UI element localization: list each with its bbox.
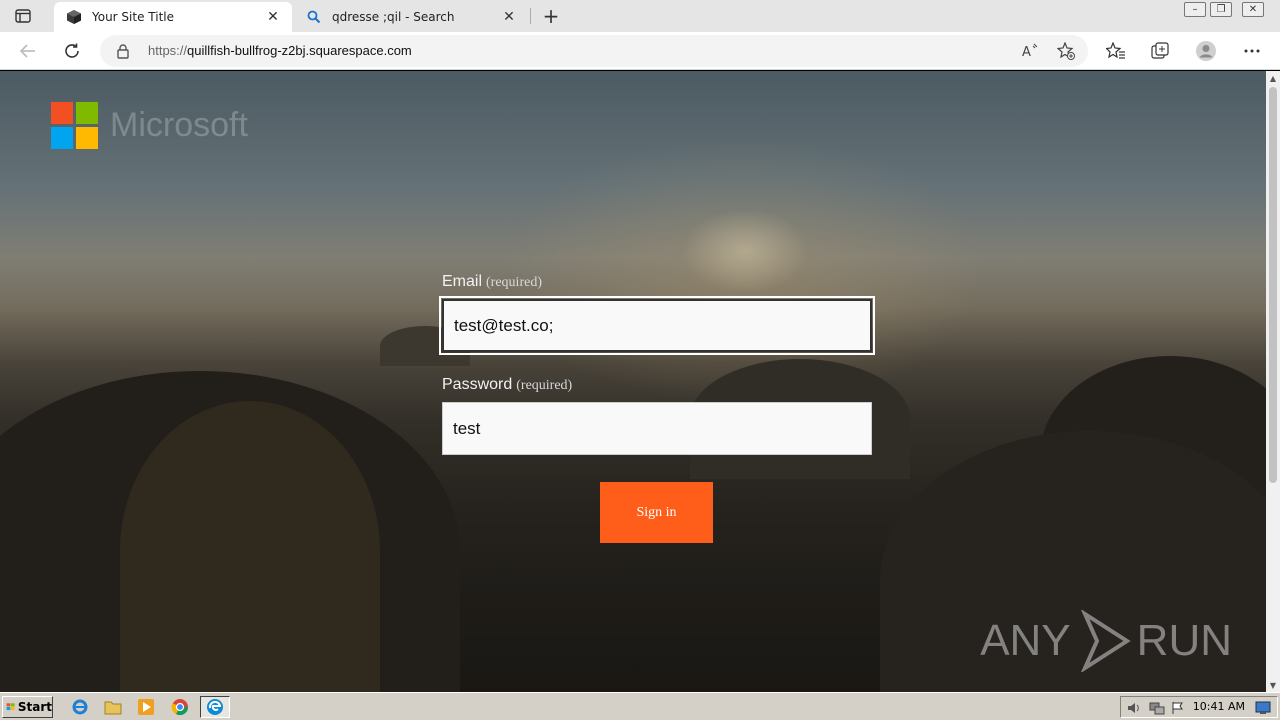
signin-form: Email (required) test@test.co; Password (r… [439, 273, 875, 543]
browser-toolbar: https://quillfish-bullfrog-z2bj.squaresp… [0, 32, 1280, 70]
cube-icon [66, 9, 82, 25]
tab-title: Your Site Title [92, 10, 175, 24]
email-field[interactable]: test@test.co; [439, 296, 875, 355]
email-label-text: Email [442, 273, 483, 290]
profile-avatar-icon[interactable] [1192, 37, 1220, 65]
tab-your-site-title[interactable]: Your Site Title ✕ [54, 2, 292, 32]
signin-button[interactable]: Sign in [600, 482, 713, 543]
watermark-left: ANY [980, 616, 1071, 665]
email-label: Email (required) [442, 273, 872, 291]
tab-actions-icon[interactable] [8, 4, 38, 28]
password-label-text: Password [442, 376, 513, 393]
url-scheme: https:// [148, 43, 188, 58]
lock-icon[interactable] [116, 43, 130, 63]
minimize-button[interactable]: – [1182, 0, 1208, 18]
watermark-right: RUN [1136, 616, 1232, 665]
browser-window: Your Site Title ✕ qdresse ;qil - Search … [0, 0, 1280, 720]
collections-icon[interactable] [1146, 37, 1174, 65]
play-icon [1080, 610, 1131, 672]
anyrun-watermark: ANY RUN [980, 610, 1232, 672]
page-content: Microsoft Email (required) test@test.co; … [0, 71, 1266, 692]
address-bar[interactable]: https://quillfish-bullfrog-z2bj.squaresp… [100, 35, 1088, 67]
microsoft-logo: Microsoft [51, 102, 248, 149]
tab-search[interactable]: qdresse ;qil - Search ✕ [294, 2, 528, 32]
url-text: https://quillfish-bullfrog-z2bj.squaresp… [148, 43, 412, 58]
windows-flag-icon [6, 703, 15, 711]
flag-icon[interactable] [1171, 700, 1185, 719]
start-button[interactable]: Start [2, 696, 53, 718]
scroll-up-icon[interactable]: ▲ [1266, 71, 1280, 85]
add-favorite-icon[interactable] [1054, 39, 1078, 63]
clock: 10:41 AM [1192, 700, 1245, 713]
close-window-button[interactable]: ✕ [1240, 0, 1266, 18]
logo-text: Microsoft [110, 106, 248, 144]
close-tab-icon[interactable]: ✕ [262, 6, 284, 28]
scroll-thumb[interactable] [1269, 87, 1277, 483]
password-label: Password (required) [442, 376, 872, 394]
volume-icon[interactable] [1127, 700, 1143, 719]
edge-icon [207, 699, 223, 715]
vertical-scrollbar[interactable]: ▲ ▼ [1266, 71, 1280, 692]
tab-title: qdresse ;qil - Search [332, 10, 455, 24]
chrome-icon[interactable] [170, 697, 190, 717]
new-tab-button[interactable]: + [538, 4, 564, 28]
password-required-text: (required) [516, 378, 573, 393]
favorites-icon[interactable] [1102, 37, 1130, 65]
email-required-text: (required) [486, 275, 542, 290]
edge-taskbar-button[interactable] [200, 696, 230, 718]
start-label: Start [17, 700, 52, 714]
url-host: quillfish-bullfrog-z2bj.squarespace.com [187, 43, 412, 58]
ie-icon[interactable] [70, 697, 90, 717]
refresh-icon[interactable] [58, 37, 86, 65]
tab-divider [530, 8, 531, 24]
close-tab-icon[interactable]: ✕ [498, 6, 520, 28]
password-field[interactable]: test [442, 402, 872, 455]
taskbar: Start 10:41 AM [0, 692, 1280, 720]
media-player-icon[interactable] [136, 697, 156, 717]
network-icon[interactable] [1149, 700, 1165, 719]
folder-icon[interactable] [103, 697, 123, 717]
tab-strip: Your Site Title ✕ qdresse ;qil - Search … [0, 0, 1280, 32]
scroll-down-icon[interactable]: ▼ [1266, 678, 1280, 692]
back-arrow-icon[interactable] [14, 37, 42, 65]
restore-button[interactable]: ❐ [1208, 0, 1234, 18]
read-aloud-icon[interactable]: A [1018, 39, 1042, 63]
system-tray: 10:41 AM [1120, 696, 1278, 718]
more-menu-icon[interactable] [1238, 37, 1266, 65]
microsoft-grid-icon [51, 102, 98, 149]
search-icon [306, 9, 322, 25]
show-desktop-icon[interactable] [1255, 700, 1271, 719]
svg-text:A: A [1022, 45, 1031, 59]
